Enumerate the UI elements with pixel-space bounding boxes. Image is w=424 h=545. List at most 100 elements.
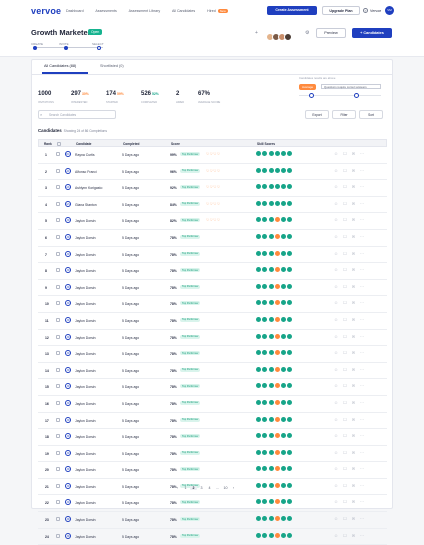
next-page-button[interactable]: › (230, 486, 237, 490)
shortlist-icon[interactable]: ☐ (343, 417, 352, 422)
profile-icon[interactable]: ☺ (334, 499, 343, 504)
shortlist-icon[interactable]: ☐ (343, 367, 352, 372)
rating-hearts-icon[interactable]: ♡♡♡♡ (206, 169, 221, 173)
step-create[interactable]: CREATE (31, 42, 43, 46)
table-row[interactable]: 11 JD Jaylon Dorsin 5 Days ago 78% Top Perfor… (38, 313, 387, 330)
candidate-name[interactable]: Jaylon Dorsin (75, 236, 96, 240)
row-checkbox[interactable] (56, 284, 60, 289)
profile-icon[interactable]: ☺ (334, 367, 343, 372)
questions-filter[interactable]: Questions require correct answers (321, 84, 381, 89)
table-row[interactable]: 14 JD Jaylon Dorsin 5 Days ago 78% Top Perfor… (38, 363, 387, 380)
table-row[interactable]: 24 JD Jaylon Dorsin 5 Days ago 78% Top Perfor… (38, 529, 387, 545)
shortlist-icon[interactable]: ☐ (343, 483, 352, 488)
shortlist-icon[interactable]: ☐ (343, 317, 352, 322)
add-candidates-button[interactable]: + Candidates (352, 28, 392, 38)
more-icon[interactable]: ⋯ (360, 284, 369, 289)
nav-hired[interactable]: Hired New (207, 9, 239, 13)
more-icon[interactable]: ⋯ (360, 533, 369, 538)
profile-icon[interactable]: ☺ (334, 300, 343, 305)
profile-icon[interactable]: ☺ (334, 433, 343, 438)
message-icon[interactable]: ✉ (352, 483, 360, 488)
message-icon[interactable]: ✉ (352, 417, 360, 422)
shortlist-icon[interactable]: ☐ (343, 267, 352, 272)
table-row[interactable]: 13 JD Jaylon Dorsin 5 Days ago 78% Top Perfor… (38, 346, 387, 363)
export-button[interactable]: Export (305, 110, 329, 119)
col-candidate[interactable]: Candidate (76, 142, 91, 146)
profile-icon[interactable]: ☺ (334, 234, 343, 239)
message-icon[interactable]: ✉ (352, 317, 360, 322)
filter-button[interactable]: Filter (332, 110, 356, 119)
profile-icon[interactable]: ☺ (334, 267, 343, 272)
candidate-name[interactable]: Jaylon Dorsin (75, 435, 96, 439)
more-icon[interactable]: ⋯ (360, 350, 369, 355)
nav-assessment-library[interactable]: Assessment Library (129, 9, 161, 13)
more-icon[interactable]: ⋯ (360, 251, 369, 256)
message-icon[interactable]: ✉ (352, 151, 360, 156)
shortlist-icon[interactable]: ☐ (343, 300, 352, 305)
profile-icon[interactable]: ☺ (334, 217, 343, 222)
table-row[interactable]: 15 JD Jaylon Dorsin 5 Days ago 78% Top Perfor… (38, 379, 387, 396)
shortlist-icon[interactable]: ☐ (343, 466, 352, 471)
search-input[interactable]: Search Candidates (38, 110, 116, 119)
candidate-name[interactable]: Jaylon Dorsin (75, 501, 96, 505)
page-2-current[interactable]: 2 (190, 486, 197, 490)
row-checkbox[interactable] (56, 201, 60, 206)
message-icon[interactable]: ✉ (352, 516, 360, 521)
profile-icon[interactable]: ☺ (334, 151, 343, 156)
profile-icon[interactable]: ☺ (334, 483, 343, 488)
profile-icon[interactable]: ☺ (334, 168, 343, 173)
more-icon[interactable]: ⋯ (360, 151, 369, 156)
candidate-name[interactable]: Jaylon Dorsin (75, 535, 96, 539)
nav-dashboard[interactable]: Dashboard (66, 9, 84, 13)
table-row[interactable]: 8 JD Jaylon Dorsin 5 Days ago 78% Top Perform… (38, 263, 387, 280)
average-toggle[interactable]: Average (299, 84, 317, 90)
message-icon[interactable]: ✉ (352, 533, 360, 538)
team-avatars[interactable] (266, 28, 292, 46)
profile-icon[interactable]: ☺ (334, 201, 343, 206)
table-row[interactable]: 7 JD Jaylon Dorsin 5 Days ago 78% Top Perform… (38, 247, 387, 264)
tab-all-candidates[interactable]: All Candidates (88) (44, 64, 76, 68)
nav-assessments[interactable]: Assessments (95, 9, 116, 13)
shortlist-icon[interactable]: ☐ (343, 499, 352, 504)
col-completed[interactable]: Completed (123, 142, 139, 146)
rating-hearts-icon[interactable]: ♡♡♡♡ (206, 202, 221, 206)
rating-hearts-icon[interactable]: ♡♡♡♡ (206, 218, 221, 222)
candidate-name[interactable]: Jaylon Dorsin (75, 352, 96, 356)
more-icon[interactable]: ⋯ (360, 300, 369, 305)
help-icon[interactable]: ? (363, 8, 368, 13)
candidate-name[interactable]: Jaylon Dorsin (75, 286, 96, 290)
row-checkbox[interactable] (56, 517, 60, 522)
shortlist-icon[interactable]: ☐ (343, 350, 352, 355)
candidate-name[interactable]: Jaylon Dorsin (75, 369, 96, 373)
more-icon[interactable]: ⋯ (360, 201, 369, 206)
row-checkbox[interactable] (56, 467, 60, 472)
candidate-name[interactable]: Ashlynn Korigasto (75, 186, 102, 190)
col-score[interactable]: Score (171, 142, 180, 146)
more-icon[interactable]: ⋯ (360, 367, 369, 372)
more-icon[interactable]: ⋯ (360, 184, 369, 189)
shortlist-icon[interactable]: ☐ (343, 201, 352, 206)
row-checkbox[interactable] (56, 434, 60, 439)
message-icon[interactable]: ✉ (352, 184, 360, 189)
message-icon[interactable]: ✉ (352, 499, 360, 504)
more-icon[interactable]: ⋯ (360, 516, 369, 521)
shortlist-icon[interactable]: ☐ (343, 234, 352, 239)
row-checkbox[interactable] (56, 417, 60, 422)
tab-shortlisted[interactable]: Shortlisted (0) (100, 64, 124, 68)
row-checkbox[interactable] (56, 268, 60, 273)
more-icon[interactable]: ⋯ (360, 267, 369, 272)
settings-icon[interactable]: ⚙ (305, 30, 309, 36)
sort-button[interactable]: Sort (359, 110, 383, 119)
profile-icon[interactable]: ☺ (334, 383, 343, 388)
page-10[interactable]: 10 (222, 486, 229, 490)
row-checkbox[interactable] (56, 185, 60, 190)
table-row[interactable]: 5 JD Jaylon Dorsin 5 Days ago 82% Top Perform… (38, 213, 387, 230)
candidate-name[interactable]: Rayna Curtis (75, 153, 95, 157)
candidate-name[interactable]: Alfonso Franci (75, 170, 97, 174)
select-all-checkbox[interactable] (57, 141, 61, 146)
profile-icon[interactable]: ☺ (334, 466, 343, 471)
table-row[interactable]: 2 AF Alfonso Franci 5 Days ago 96% Top Perfor… (38, 164, 387, 181)
shortlist-icon[interactable]: ☐ (343, 168, 352, 173)
more-icon[interactable]: ⋯ (360, 234, 369, 239)
row-checkbox[interactable] (56, 450, 60, 455)
